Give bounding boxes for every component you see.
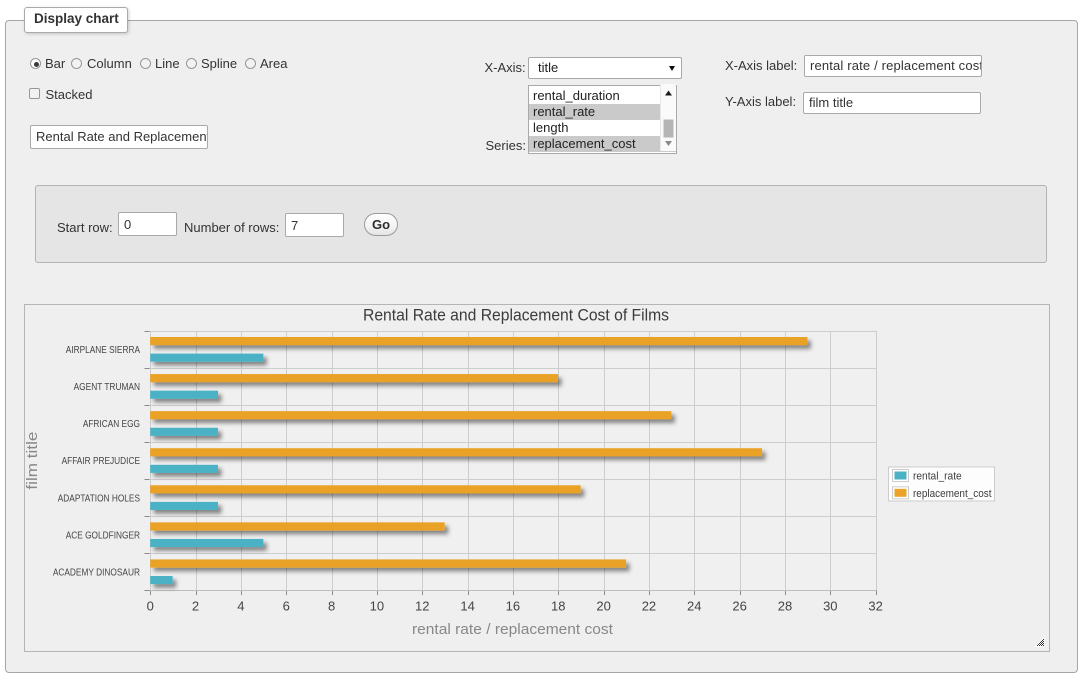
- svg-text:20: 20: [596, 599, 610, 614]
- svg-text:rental rate / replacement cost: rental rate / replacement cost: [412, 621, 614, 638]
- svg-text:AGENT TRUMAN: AGENT TRUMAN: [74, 382, 140, 393]
- svg-text:18: 18: [551, 599, 565, 614]
- svg-text:replacement_cost: replacement_cost: [913, 488, 992, 500]
- svg-text:30: 30: [823, 599, 837, 614]
- svg-text:14: 14: [460, 599, 474, 614]
- svg-text:10: 10: [370, 599, 384, 614]
- svg-text:0: 0: [147, 599, 154, 614]
- svg-text:rental_rate: rental_rate: [913, 471, 962, 483]
- svg-text:4: 4: [237, 599, 244, 614]
- svg-text:6: 6: [283, 599, 290, 614]
- svg-text:26: 26: [732, 599, 746, 614]
- svg-text:8: 8: [328, 599, 335, 614]
- svg-text:ADAPTATION HOLES: ADAPTATION HOLES: [58, 493, 141, 504]
- svg-text:2: 2: [192, 599, 199, 614]
- svg-text:28: 28: [778, 599, 792, 614]
- svg-text:16: 16: [506, 599, 520, 614]
- svg-text:AFRICAN EGG: AFRICAN EGG: [83, 419, 140, 430]
- svg-text:22: 22: [642, 599, 656, 614]
- svg-text:Rental Rate and Replacement Co: Rental Rate and Replacement Cost of Film…: [363, 306, 669, 325]
- svg-text:32: 32: [868, 599, 882, 614]
- svg-text:AFFAIR PREJUDICE: AFFAIR PREJUDICE: [62, 456, 141, 467]
- svg-text:ACADEMY DINOSAUR: ACADEMY DINOSAUR: [53, 567, 140, 578]
- svg-text:12: 12: [415, 599, 429, 614]
- svg-text:ACE GOLDFINGER: ACE GOLDFINGER: [66, 530, 140, 541]
- svg-text:AIRPLANE SIERRA: AIRPLANE SIERRA: [66, 345, 141, 356]
- svg-text:24: 24: [687, 599, 701, 614]
- svg-text:film title: film title: [25, 432, 41, 490]
